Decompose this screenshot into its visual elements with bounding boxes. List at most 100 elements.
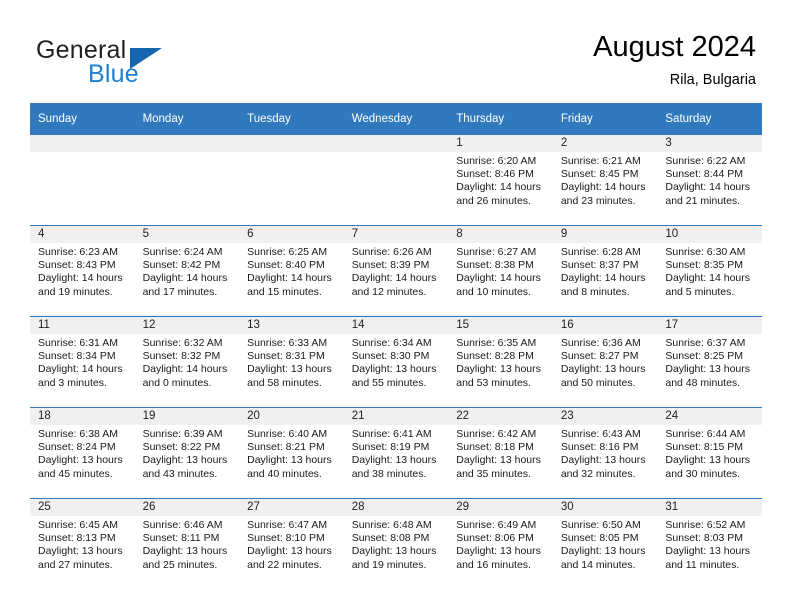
sunrise-time: Sunrise: 6:44 AM: [665, 428, 746, 440]
day-cell-inner: 19 Sunrise: 6:39 AM Sunset: 8:22 PM Dayligh…: [134, 408, 240, 498]
calendar-day-cell[interactable]: 27 Sunrise: 6:47 AM Sunset: 8:10 PM Dayligh…: [239, 498, 344, 589]
daylight-duration-line1: Daylight: 14 hours: [560, 272, 646, 285]
daylight-duration-line2: and 12 minutes.: [351, 285, 427, 298]
day-cell-details: Sunrise: 6:50 AM Sunset: 8:05 PM Daylight:…: [553, 516, 658, 572]
calendar-day-cell[interactable]: 9 Sunrise: 6:28 AM Sunset: 8:37 PM Daylight…: [552, 225, 658, 317]
day-cell-details: Sunrise: 6:24 AM Sunset: 8:42 PM Daylight:…: [135, 243, 240, 299]
sunrise-time: Sunrise: 6:50 AM: [560, 519, 641, 531]
sunset-time: Sunset: 8:28 PM: [456, 350, 534, 363]
day-cell-details: Sunrise: 6:40 AM Sunset: 8:21 PM Daylight:…: [239, 425, 344, 481]
day-number: 3: [657, 135, 762, 152]
calendar-day-cell[interactable]: 21 Sunrise: 6:41 AM Sunset: 8:19 PM Dayligh…: [343, 407, 449, 499]
day-number: 22: [448, 408, 553, 425]
day-cell-inner: 14 Sunrise: 6:34 AM Sunset: 8:30 PM Dayligh…: [343, 317, 449, 407]
calendar-day-cell[interactable]: 7 Sunrise: 6:26 AM Sunset: 8:39 PM Daylight…: [343, 225, 449, 317]
day-number: 20: [239, 408, 344, 425]
sunset-time: Sunset: 8:38 PM: [456, 259, 534, 272]
calendar-day-cell[interactable]: 5 Sunrise: 6:24 AM Sunset: 8:42 PM Daylight…: [134, 225, 240, 317]
title-block: August 2024 Rila, Bulgaria: [593, 30, 756, 90]
calendar-day-cell[interactable]: 2 Sunrise: 6:21 AM Sunset: 8:45 PM Daylight…: [552, 135, 658, 226]
calendar-day-cell[interactable]: 10 Sunrise: 6:30 AM Sunset: 8:35 PM Dayligh…: [657, 225, 762, 317]
day-cell-inner: 10 Sunrise: 6:30 AM Sunset: 8:35 PM Dayligh…: [657, 226, 762, 316]
calendar-day-cell[interactable]: 23 Sunrise: 6:43 AM Sunset: 8:16 PM Dayligh…: [552, 407, 658, 499]
daylight-duration-line2: and 15 minutes.: [247, 285, 322, 298]
day-number: 15: [448, 317, 553, 334]
day-cell-details: Sunrise: 6:52 AM Sunset: 8:03 PM Daylight:…: [657, 516, 762, 572]
day-number: 12: [134, 317, 240, 334]
sunset-time: Sunset: 8:16 PM: [560, 441, 639, 454]
calendar-day-cell[interactable]: 17 Sunrise: 6:37 AM Sunset: 8:25 PM Dayligh…: [657, 316, 762, 408]
sunset-time: Sunset: 8:05 PM: [560, 532, 639, 545]
calendar-day-cell[interactable]: 25 Sunrise: 6:45 AM Sunset: 8:13 PM Dayligh…: [30, 498, 135, 589]
weekday-header-sunday: Sunday: [30, 103, 135, 135]
day-cell-details: Sunrise: 6:34 AM Sunset: 8:30 PM Daylight:…: [344, 334, 449, 390]
calendar-day-cell[interactable]: 13 Sunrise: 6:33 AM Sunset: 8:31 PM Dayligh…: [239, 316, 344, 408]
day-number: 4: [30, 226, 135, 243]
calendar-day-cell[interactable]: 6 Sunrise: 6:25 AM Sunset: 8:40 PM Daylight…: [239, 225, 344, 317]
sunset-time: Sunset: 8:15 PM: [665, 441, 744, 454]
calendar-day-cell[interactable]: 3 Sunrise: 6:22 AM Sunset: 8:44 PM Daylight…: [657, 135, 762, 226]
day-cell-inner: 3 Sunrise: 6:22 AM Sunset: 8:44 PM Daylight…: [657, 135, 762, 225]
day-cell-details: Sunrise: 6:44 AM Sunset: 8:15 PM Daylight:…: [657, 425, 762, 481]
calendar-day-cell[interactable]: 22 Sunrise: 6:42 AM Sunset: 8:18 PM Dayligh…: [448, 407, 553, 499]
daylight-duration-line2: and 3 minutes.: [38, 376, 107, 389]
day-cell-inner: 25 Sunrise: 6:45 AM Sunset: 8:13 PM Dayligh…: [30, 499, 135, 589]
calendar-day-cell[interactable]: 18 Sunrise: 6:38 AM Sunset: 8:24 PM Dayligh…: [30, 407, 135, 499]
calendar-day-cell[interactable]: 28 Sunrise: 6:48 AM Sunset: 8:08 PM Dayligh…: [343, 498, 449, 589]
calendar-day-cell[interactable]: 4 Sunrise: 6:23 AM Sunset: 8:43 PM Daylight…: [30, 225, 135, 317]
daylight-duration-line2: and 16 minutes.: [456, 558, 531, 571]
day-cell-details: [30, 152, 135, 155]
day-number: 5: [134, 226, 240, 243]
daylight-duration-line2: and 40 minutes.: [247, 467, 322, 480]
daylight-duration-line1: Daylight: 14 hours: [142, 363, 228, 376]
daylight-duration-line1: Daylight: 14 hours: [456, 181, 541, 194]
day-cell-inner: 28 Sunrise: 6:48 AM Sunset: 8:08 PM Dayligh…: [343, 499, 449, 589]
sunrise-time: Sunrise: 6:36 AM: [560, 337, 641, 349]
calendar-day-cell[interactable]: 31 Sunrise: 6:52 AM Sunset: 8:03 PM Dayligh…: [657, 498, 762, 589]
calendar-day-cell[interactable]: 1 Sunrise: 6:20 AM Sunset: 8:46 PM Daylight…: [448, 135, 553, 226]
daylight-duration-line2: and 8 minutes.: [560, 285, 630, 298]
daylight-duration-line1: Daylight: 13 hours: [351, 545, 437, 558]
general-blue-logo[interactable]: General Blue: [36, 36, 266, 92]
daylight-duration-line1: Daylight: 13 hours: [456, 363, 541, 376]
sunrise-time: Sunrise: 6:23 AM: [38, 246, 118, 258]
calendar-day-cell[interactable]: 16 Sunrise: 6:36 AM Sunset: 8:27 PM Dayligh…: [552, 316, 658, 408]
sunset-time: Sunset: 8:19 PM: [351, 441, 430, 454]
day-number: 8: [448, 226, 553, 243]
daylight-duration-line1: Daylight: 14 hours: [38, 272, 123, 285]
day-cell-inner: 17 Sunrise: 6:37 AM Sunset: 8:25 PM Dayligh…: [657, 317, 762, 407]
calendar-day-cell[interactable]: 24 Sunrise: 6:44 AM Sunset: 8:15 PM Dayligh…: [657, 407, 762, 499]
daylight-duration-line2: and 27 minutes.: [38, 558, 113, 571]
sunset-time: Sunset: 8:18 PM: [456, 441, 534, 454]
daylight-duration-line1: Daylight: 13 hours: [38, 454, 123, 467]
calendar-day-cell[interactable]: 8 Sunrise: 6:27 AM Sunset: 8:38 PM Daylight…: [448, 225, 553, 317]
calendar-day-cell[interactable]: 12 Sunrise: 6:32 AM Sunset: 8:32 PM Dayligh…: [134, 316, 240, 408]
calendar-day-cell[interactable]: 15 Sunrise: 6:35 AM Sunset: 8:28 PM Dayligh…: [448, 316, 553, 408]
day-cell-details: Sunrise: 6:46 AM Sunset: 8:11 PM Daylight:…: [135, 516, 240, 572]
day-cell-details: Sunrise: 6:35 AM Sunset: 8:28 PM Daylight:…: [448, 334, 553, 390]
sunset-time: Sunset: 8:25 PM: [665, 350, 744, 363]
day-cell-inner: 7 Sunrise: 6:26 AM Sunset: 8:39 PM Daylight…: [343, 226, 449, 316]
calendar-day-cell[interactable]: 29 Sunrise: 6:49 AM Sunset: 8:06 PM Dayligh…: [448, 498, 553, 589]
calendar-day-cell[interactable]: 26 Sunrise: 6:46 AM Sunset: 8:11 PM Dayligh…: [134, 498, 240, 589]
weekday-header-tuesday: Tuesday: [239, 103, 344, 135]
daylight-duration-line1: Daylight: 14 hours: [665, 272, 751, 285]
sunrise-time: Sunrise: 6:24 AM: [142, 246, 223, 258]
calendar-day-cell[interactable]: 30 Sunrise: 6:50 AM Sunset: 8:05 PM Dayligh…: [552, 498, 658, 589]
calendar-day-cell[interactable]: 11 Sunrise: 6:31 AM Sunset: 8:34 PM Dayligh…: [30, 316, 135, 408]
day-cell-inner: 6 Sunrise: 6:25 AM Sunset: 8:40 PM Daylight…: [239, 226, 344, 316]
daylight-duration-line2: and 10 minutes.: [456, 285, 531, 298]
day-cell-inner: 8 Sunrise: 6:27 AM Sunset: 8:38 PM Daylight…: [448, 226, 553, 316]
daylight-duration-line2: and 58 minutes.: [247, 376, 322, 389]
calendar-day-cell[interactable]: 20 Sunrise: 6:40 AM Sunset: 8:21 PM Dayligh…: [239, 407, 344, 499]
page-header: General Blue August 2024 Rila, Bulgaria: [0, 0, 792, 103]
day-number: [343, 135, 449, 152]
day-cell-details: Sunrise: 6:21 AM Sunset: 8:45 PM Daylight:…: [553, 152, 658, 208]
daylight-duration-line1: Daylight: 13 hours: [560, 454, 646, 467]
sunrise-time: Sunrise: 6:25 AM: [247, 246, 328, 258]
daylight-duration-line2: and 5 minutes.: [665, 285, 735, 298]
sunrise-time: Sunrise: 6:20 AM: [456, 155, 537, 167]
day-cell-details: Sunrise: 6:30 AM Sunset: 8:35 PM Daylight:…: [657, 243, 762, 299]
calendar-day-cell[interactable]: 19 Sunrise: 6:39 AM Sunset: 8:22 PM Dayligh…: [134, 407, 240, 499]
calendar-day-cell[interactable]: 14 Sunrise: 6:34 AM Sunset: 8:30 PM Dayligh…: [343, 316, 449, 408]
